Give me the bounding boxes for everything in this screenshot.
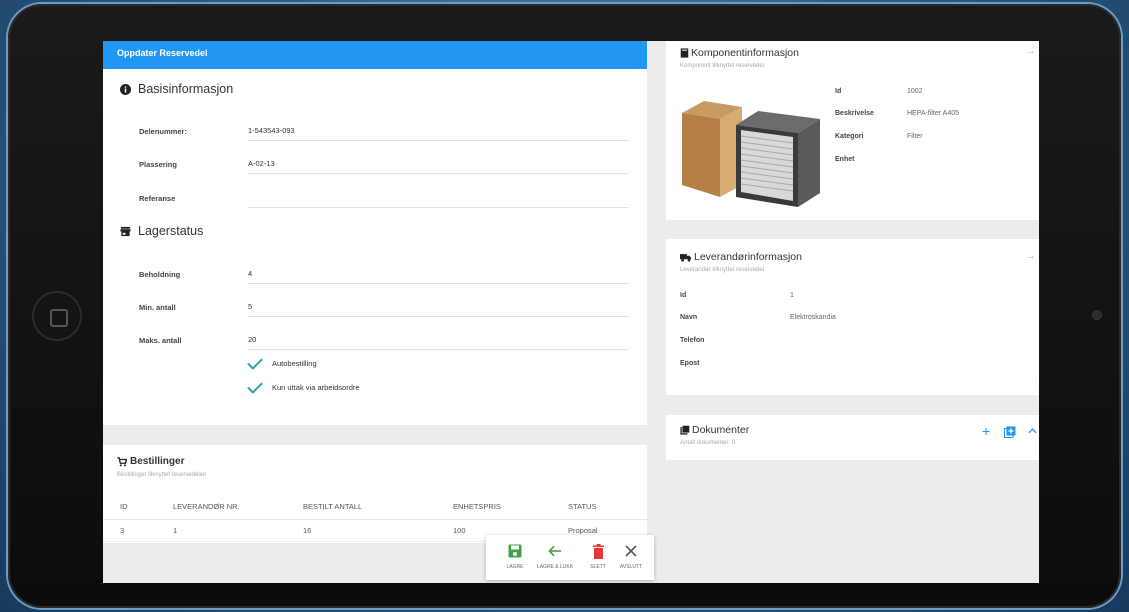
component-details: Id 1002 Beskrivelse HEPA-filter A405 Kat… [835, 88, 960, 163]
app-header: Oppdater Reservedel [103, 41, 647, 69]
delenummer-input[interactable]: 1-543543-093 [248, 117, 629, 141]
orders-subtitle: Bestillinger tilknyttet reservedelen [117, 472, 207, 478]
plassering-input[interactable]: A-02-13 [248, 150, 629, 174]
supplier-id: 1 [790, 292, 794, 299]
close-button[interactable]: AVSLUTT [610, 542, 652, 570]
close-icon [625, 545, 637, 557]
orders-header-row: ID LEVERANDØR NR. BESTILT ANTALL ENHETSP… [103, 495, 647, 520]
lager-section-title: Lagerstatus [120, 224, 203, 238]
maks-antall-input[interactable]: 20 [248, 326, 629, 350]
checkmark-icon [247, 377, 263, 394]
orders-card: Bestillinger Bestillinger tilknyttet res… [103, 445, 647, 543]
reservedel-form: Oppdater Reservedel Basisinformasjon Del… [103, 41, 647, 425]
hepa-filter-image [682, 101, 820, 207]
order-id: 3 [103, 519, 173, 542]
action-toolbar: LAGRE LAGRE & LUKK SLETT AVSLUTT [486, 535, 654, 580]
trash-icon [592, 543, 604, 559]
library-icon [680, 425, 690, 435]
supplier-details: Id 1 Navn Elektroskandia Telefon Epost [680, 292, 836, 367]
component-card: Komponentinformasjon Komponent tilknytte… [666, 41, 1039, 220]
page-title: Oppdater Reservedel [117, 48, 208, 58]
component-category: Filter [907, 133, 923, 140]
field-referanse: Referanse [139, 184, 629, 218]
supplier-subtitle: Leverandør tilknyttet reservedel [680, 267, 765, 273]
info-icon [120, 83, 131, 95]
component-title: Komponentinformasjon [680, 47, 799, 59]
component-subtitle: Komponent tilknyttet reservedel [680, 63, 765, 69]
autobestilling-checkbox[interactable]: Autobestilling [247, 353, 317, 370]
field-maks-antall: Maks. antall 20 [139, 326, 629, 360]
open-component-arrow-icon[interactable]: → [1025, 45, 1036, 57]
add-document-icon[interactable]: + [982, 423, 990, 439]
component-description: HEPA-filter A405 [907, 110, 960, 117]
field-plassering: Plassering A-02-13 [139, 150, 629, 184]
supplier-card: Leverandørinformasjon Leverandør tilknyt… [666, 239, 1039, 395]
truck-icon [680, 253, 692, 262]
field-min-antall: Min. antall 5 [139, 293, 629, 327]
camera [1092, 310, 1102, 320]
field-beholdning: Beholdning 4 [139, 260, 629, 294]
basis-section-title: Basisinformasjon [120, 82, 233, 96]
supplier-title: Leverandørinformasjon [680, 251, 802, 263]
arrow-left-icon [548, 545, 561, 557]
save-button[interactable]: LAGRE [494, 542, 536, 570]
supplier-name: Elektroskandia [790, 314, 836, 321]
kun-uttak-checkbox[interactable]: Kun uttak via arbeidsordre [247, 377, 360, 394]
chevron-up-icon[interactable] [1028, 428, 1037, 434]
orders-title: Bestillinger [117, 456, 184, 467]
add-library-icon[interactable] [1004, 426, 1016, 438]
documents-card: Dokumenter Antall dokumenter: 0 + [666, 415, 1039, 460]
column-header[interactable]: BESTILT ANTALL [303, 495, 453, 520]
component-id: 1002 [907, 88, 923, 95]
app-screen: Oppdater Reservedel Basisinformasjon Del… [103, 41, 1039, 583]
referanse-input[interactable] [248, 184, 629, 208]
field-delenummer: Delenummer: 1-543543-093 [139, 117, 629, 151]
beholdning-input[interactable]: 4 [248, 260, 629, 284]
home-button[interactable] [32, 291, 82, 341]
column-header[interactable]: LEVERANDØR NR. [173, 495, 303, 520]
store-icon [120, 226, 131, 236]
column-header[interactable]: ENHETSPRIS [453, 495, 568, 520]
order-quantity: 16 [303, 519, 453, 542]
save-and-close-button[interactable]: LAGRE & LUKK [534, 542, 576, 570]
documents-title: Dokumenter [680, 424, 749, 436]
book-icon [680, 48, 689, 58]
save-icon [508, 544, 522, 558]
open-supplier-arrow-icon[interactable]: → [1025, 250, 1036, 262]
documents-subtitle: Antall dokumenter: 0 [680, 440, 736, 446]
min-antall-input[interactable]: 5 [248, 293, 629, 317]
column-header[interactable]: ID [103, 495, 173, 520]
column-header[interactable]: STATUS [568, 495, 647, 520]
order-supplier: 1 [173, 519, 303, 542]
cart-icon [117, 456, 127, 466]
